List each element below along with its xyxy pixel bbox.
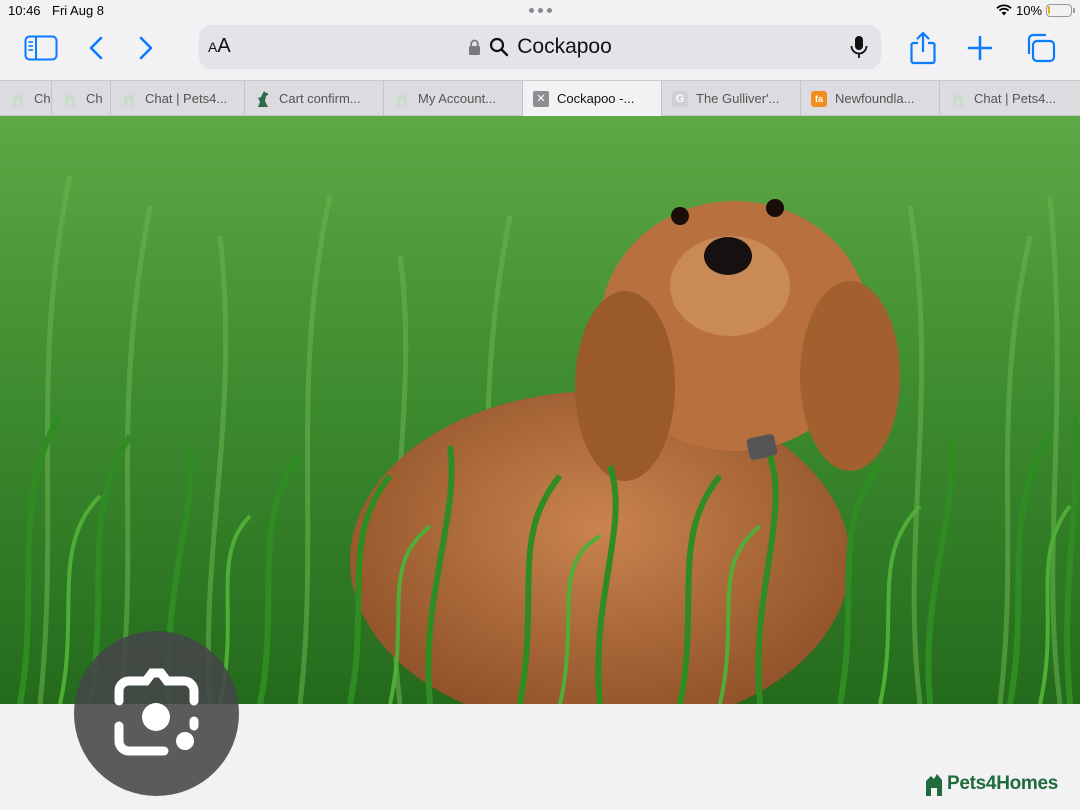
- tab-1[interactable]: Ch: [0, 81, 52, 116]
- status-date: Fri Aug 8: [52, 3, 105, 18]
- address-content: Cockapoo: [199, 25, 881, 69]
- pets4homes-icon: [926, 774, 942, 796]
- tab-6-active[interactable]: ✕ Cockapoo -...: [523, 81, 662, 116]
- pets4homes-icon: [394, 91, 410, 107]
- tab-label: Chat | Pets4...: [145, 91, 228, 106]
- pets4homes-icon: [121, 91, 137, 107]
- share-icon[interactable]: [903, 30, 943, 66]
- tab-bar: Ch Ch Chat | Pets4... Cart confirm... My…: [0, 80, 1080, 116]
- visual-lookup-button[interactable]: [74, 631, 239, 796]
- status-time: 10:46: [8, 3, 41, 18]
- tab-3[interactable]: Chat | Pets4...: [111, 81, 245, 116]
- lock-icon: [469, 39, 481, 55]
- back-icon[interactable]: [76, 30, 116, 66]
- status-bar: 10:46 Fri Aug 8 10%: [0, 0, 1080, 22]
- tab-label: Ch: [34, 91, 51, 106]
- tab-7[interactable]: G The Gulliver'...: [662, 81, 801, 116]
- letter-g-icon: G: [672, 90, 688, 107]
- tab-4[interactable]: Cart confirm...: [245, 81, 384, 116]
- pets4homes-icon: [950, 91, 966, 107]
- orange-site-icon: fa: [811, 90, 827, 107]
- dog-in-grass-illustration: [0, 116, 1080, 704]
- forward-icon[interactable]: [126, 30, 166, 66]
- tab-2[interactable]: Ch: [52, 81, 111, 116]
- tab-label: Ch: [86, 91, 103, 106]
- brand-name: Pets4Homes: [947, 773, 1059, 794]
- tab-9[interactable]: Chat | Pets4...: [940, 81, 1080, 116]
- tab-label: My Account...: [418, 91, 497, 106]
- address-text: Cockapoo: [517, 35, 612, 58]
- new-tab-icon[interactable]: [960, 30, 1000, 66]
- wifi-icon: [996, 4, 1012, 16]
- close-icon[interactable]: ✕: [533, 90, 549, 107]
- tab-8[interactable]: fa Newfoundla...: [801, 81, 940, 116]
- address-bar[interactable]: AA Cockapoo: [199, 25, 881, 69]
- sidebar-toggle-icon[interactable]: [21, 30, 61, 66]
- safari-toolbar: AA Cockapoo: [0, 22, 1080, 80]
- tab-label: The Gulliver'...: [696, 91, 780, 106]
- battery-percent: 10%: [1016, 3, 1043, 18]
- multitasking-dots-icon[interactable]: [529, 8, 552, 13]
- camera-lens-icon: [114, 668, 199, 756]
- cockapoo-photo: [0, 116, 1080, 704]
- microphone-icon[interactable]: [849, 35, 869, 59]
- tab-overview-icon[interactable]: [1020, 30, 1060, 66]
- tab-label: Chat | Pets4...: [974, 91, 1057, 106]
- tab-5[interactable]: My Account...: [384, 81, 523, 116]
- dog-icon: [255, 90, 271, 107]
- search-icon: [490, 37, 509, 57]
- browser-window: 10:46 Fri Aug 8 10% AA Cockapoo Ch Ch Ch…: [0, 0, 1080, 810]
- tab-label: Cockapoo -...: [557, 91, 635, 106]
- pets4homes-icon: [10, 91, 26, 107]
- tab-label: Newfoundla...: [835, 91, 915, 106]
- tab-label: Cart confirm...: [279, 91, 361, 106]
- pets4homes-logo[interactable]: Pets4Homes: [924, 772, 1058, 796]
- pets4homes-icon: [62, 91, 78, 107]
- battery-icon: [1046, 4, 1075, 17]
